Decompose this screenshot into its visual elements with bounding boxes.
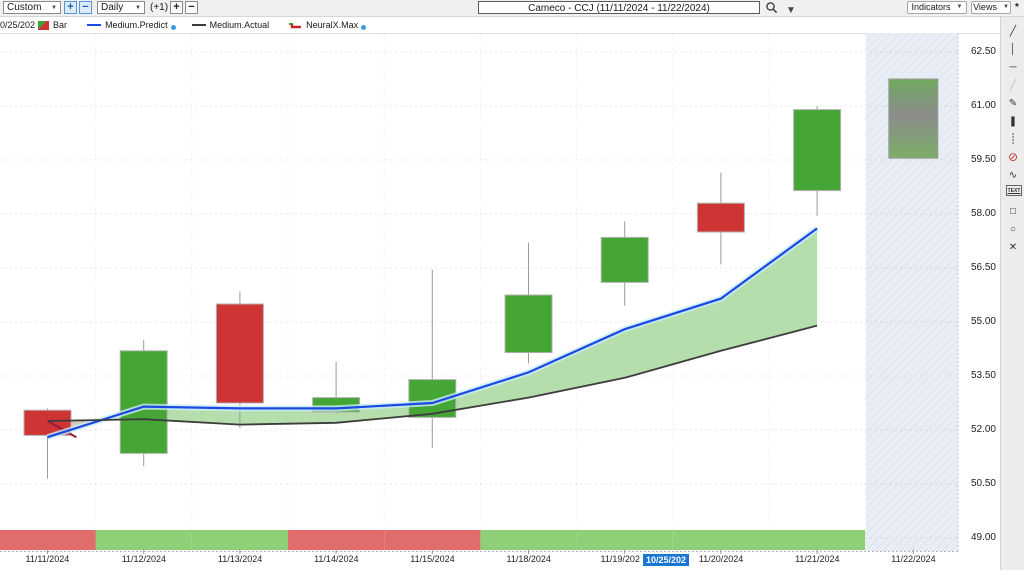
sentiment-strip-segment: [0, 530, 97, 550]
wave-tool-button[interactable]: ∿: [1004, 167, 1022, 183]
zoom-out-button[interactable]: −: [79, 1, 92, 14]
actual-line-swatch: [191, 24, 206, 26]
marker-tool-button[interactable]: ❚: [1004, 113, 1022, 129]
ellipse-tool-button[interactable]: ○: [1004, 221, 1022, 237]
price-tick-label: 49.00: [970, 532, 996, 543]
chevron-down-icon: ▼: [51, 4, 57, 11]
sentiment-strip-segment: [95, 530, 192, 550]
sentiment-strip-segment: [672, 530, 769, 550]
views-button-label: Views: [973, 2, 997, 12]
legend-bar-label[interactable]: Bar: [53, 20, 67, 30]
legend-item-medium-actual[interactable]: Medium.Actual: [188, 20, 270, 30]
date-tick-label: 11/21/2024: [795, 554, 840, 564]
predict-line-swatch: [87, 24, 102, 26]
prediction-range-box[interactable]: [888, 78, 939, 159]
price-tick-label: 58.00: [970, 208, 996, 219]
top-toolbar: Custom ▼ + − Daily ▼ (+1) + − Cameco - C…: [0, 0, 1024, 17]
period-select-value: Daily: [101, 1, 124, 13]
search-dropdown-caret[interactable]: ▼: [786, 4, 796, 17]
price-tick-label: 56.50: [970, 262, 996, 273]
candle-body[interactable]: [119, 350, 168, 454]
candle-body[interactable]: [504, 294, 553, 354]
date-tick-label: 11/12/2024: [121, 554, 167, 564]
dotted-vertical-line-tool-button[interactable]: ┊: [1004, 131, 1022, 147]
date-tick-label: 11/19/202: [600, 554, 640, 564]
date-tick-label: 11/13/2024: [217, 554, 263, 564]
no-draw-tool-button[interactable]: ⊘: [1004, 149, 1022, 165]
neuralx-swatch-icon: [289, 22, 302, 28]
candle-body[interactable]: [215, 303, 264, 404]
highlighted-date-label[interactable]: 10/25/202: [643, 554, 690, 566]
erase-tool-button[interactable]: ✕: [1004, 239, 1022, 255]
indicators-button-label: Indicators: [911, 2, 951, 12]
sentiment-strip-segment: [769, 530, 866, 550]
bar-offset-label: (+1): [150, 2, 169, 13]
symbol-title[interactable]: Cameco - CCJ (11/11/2024 - 11/22/2024): [478, 1, 760, 14]
actual-label: Medium.Actual: [209, 20, 270, 30]
rectangle-tool-button[interactable]: □: [1004, 203, 1022, 219]
zoom-in-button[interactable]: +: [64, 1, 77, 14]
indicators-button[interactable]: Indicators ▼: [907, 1, 967, 14]
sentiment-strip-segment: [576, 530, 673, 550]
price-tick-label: 62.50: [970, 46, 996, 57]
chart-legend: 0/25/202 Bar Medium.Predict Medium.Actua…: [0, 17, 1000, 34]
legend-item-neuralx-max[interactable]: NeuralX.Max: [284, 20, 367, 30]
date-tick-label: 11/22/2024: [891, 554, 936, 564]
pen-tool-button[interactable]: ✎: [1004, 95, 1022, 111]
predict-settings-dot[interactable]: [170, 24, 176, 30]
date-tick-label: 11/11/2024: [25, 554, 70, 564]
ray-disabled-tool-button[interactable]: ╱: [1004, 77, 1022, 93]
sentiment-strip-segment: [480, 530, 577, 550]
candle-body[interactable]: [696, 202, 745, 233]
drawing-tool-strip: ╱ │ ─ ╱ ✎ ❚ ┊ ⊘ ∿ TEXT □ ○ ✕: [1000, 17, 1024, 570]
neuralx-settings-dot[interactable]: [361, 24, 367, 30]
trend-line-tool-button[interactable]: ╱: [1004, 23, 1022, 39]
range-select-value: Custom: [7, 1, 42, 13]
text-tool-button[interactable]: TEXT: [1006, 185, 1022, 196]
price-tick-label: 53.50: [970, 370, 996, 381]
date-tick-label: 11/20/2024: [698, 554, 744, 564]
price-tick-label: 59.50: [970, 154, 996, 165]
chevron-down-icon: ▼: [1002, 4, 1009, 10]
bar-style-icon[interactable]: [38, 20, 50, 30]
price-tick-label: 52.00: [970, 424, 996, 435]
price-tick-label: 50.50: [970, 478, 996, 489]
sentiment-strip-segment: [384, 530, 481, 550]
bars-minus-button[interactable]: −: [185, 1, 198, 14]
price-tick-label: 55.00: [970, 316, 996, 327]
legend-item-medium-predict[interactable]: Medium.Predict: [83, 20, 176, 30]
neuralx-label: NeuralX.Max: [306, 20, 359, 30]
candle-body[interactable]: [600, 236, 649, 283]
sentiment-strip-segment: [288, 530, 385, 550]
vertical-line-tool-button[interactable]: │: [1004, 41, 1022, 57]
chevron-down-icon: ▼: [135, 4, 141, 11]
price-tick-label: 61.00: [970, 100, 996, 111]
chevron-down-icon: ▼: [956, 4, 963, 10]
date-tick-label: 11/14/2024: [314, 554, 359, 564]
date-tick-label: 11/15/2024: [410, 554, 455, 564]
legend-clipped-date: 0/25/202: [0, 20, 36, 30]
views-button[interactable]: Views ▼: [971, 1, 1011, 14]
chart-svg[interactable]: [0, 33, 1000, 570]
period-select[interactable]: Daily ▼: [97, 1, 145, 14]
bars-plus-button[interactable]: +: [170, 1, 183, 14]
date-tick-label: 11/18/2024: [506, 554, 551, 564]
horizontal-line-tool-button[interactable]: ─: [1004, 59, 1022, 75]
chart-canvas[interactable]: [0, 33, 1000, 570]
search-icon[interactable]: [765, 1, 779, 14]
range-select[interactable]: Custom ▼: [3, 1, 61, 14]
candle-body[interactable]: [793, 109, 842, 192]
modified-marker: *: [1015, 2, 1019, 13]
predict-label: Medium.Predict: [105, 20, 168, 30]
sentiment-strip-segment: [191, 530, 288, 550]
